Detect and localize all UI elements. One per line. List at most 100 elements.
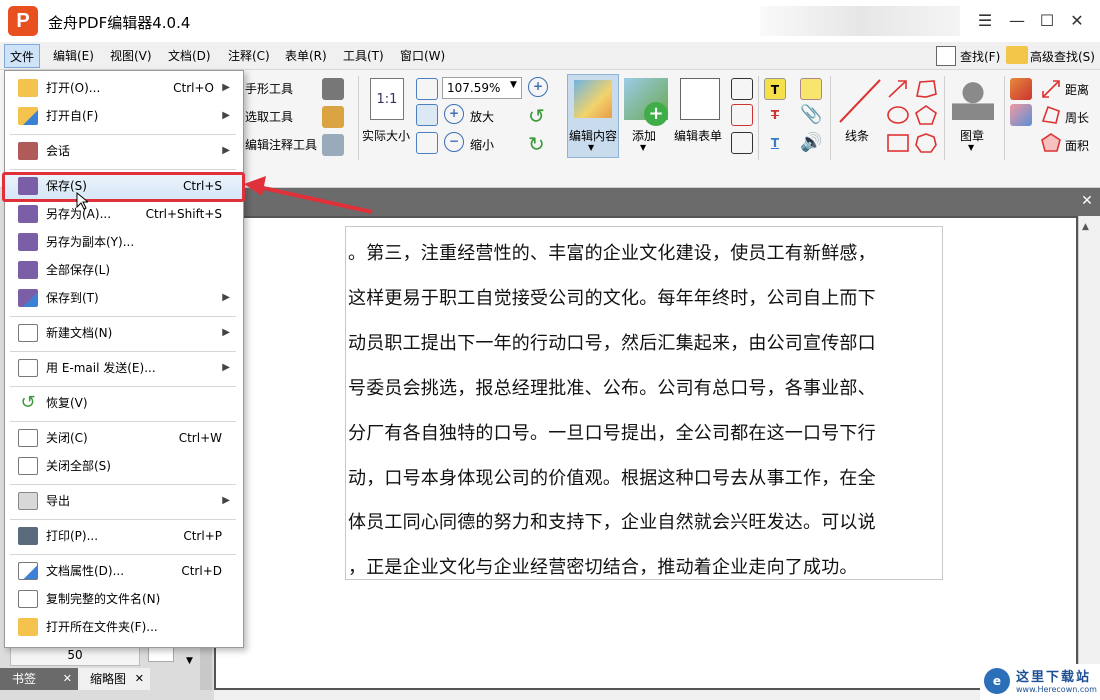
area-label[interactable]: 面积 <box>1065 137 1089 154</box>
arrow-tool-icon[interactable] <box>886 78 910 100</box>
menu-doc-properties[interactable]: 文档属性(D)... Ctrl+D <box>10 557 236 585</box>
window-title: 金舟PDF编辑器4.0.4 <box>48 14 191 32</box>
advanced-find-icon[interactable] <box>1006 46 1028 64</box>
distance-icon[interactable] <box>1040 78 1062 100</box>
save-icon <box>18 177 38 195</box>
menu-form[interactable]: 表单(R) <box>280 44 332 68</box>
edit-content-dropdown-icon[interactable]: ▼ <box>588 143 594 152</box>
rectangle-tool-icon[interactable] <box>886 132 910 154</box>
lines-label[interactable]: 线条 <box>845 127 869 144</box>
menu-print[interactable]: 打印(P)... Ctrl+P <box>10 522 236 550</box>
camera-icon[interactable] <box>322 78 344 100</box>
menu-save-all[interactable]: 全部保存(L) <box>10 256 236 284</box>
find-button[interactable]: 查找(F) <box>960 46 1000 68</box>
actual-size-icon[interactable]: 1:1 <box>370 78 404 120</box>
menu-restore[interactable]: ↺ 恢复(V) <box>10 389 236 417</box>
polyline-tool-icon[interactable] <box>914 78 938 100</box>
text-field-icon[interactable] <box>731 78 753 100</box>
menu-window[interactable]: 窗口(W) <box>395 44 450 68</box>
menu-close-all[interactable]: 关闭全部(S) <box>10 452 236 480</box>
find-icon[interactable] <box>936 46 956 66</box>
menu-send-email[interactable]: 用 E-mail 发送(E)... ▶ <box>10 354 236 382</box>
attachment-icon[interactable]: 📎 <box>800 104 822 126</box>
menu-session[interactable]: 会话 ▶ <box>10 137 236 165</box>
menu-save-as[interactable]: 另存为(A)... Ctrl+Shift+S <box>10 200 236 228</box>
tab-thumbnails[interactable]: 缩略图 ✕ <box>78 668 150 690</box>
line-tool-icon[interactable] <box>836 76 884 126</box>
panel-scroll-down-icon[interactable]: ▼ <box>186 656 193 666</box>
menu-file[interactable]: 文件 <box>4 44 41 68</box>
menu-save[interactable]: 保存(S) Ctrl+S <box>10 172 236 200</box>
minimize-button[interactable]: — <box>1002 8 1032 34</box>
note-icon[interactable] <box>800 78 822 100</box>
hand-tool-label[interactable]: 手形工具 <box>245 80 293 97</box>
select-tool-label[interactable]: 选取工具 <box>245 108 293 125</box>
fit-visible-icon[interactable] <box>416 132 438 154</box>
menu-open[interactable]: 打开(O)... Ctrl+O ▶ <box>10 74 236 102</box>
separator <box>944 76 945 160</box>
zoom-in-icon[interactable]: + <box>444 104 464 124</box>
menu-annotation[interactable]: 注释(C) <box>223 44 275 68</box>
ribbon-options-icon[interactable]: ☰ <box>970 8 1000 34</box>
fit-page-icon[interactable] <box>416 78 438 100</box>
edit-annot-tool-label[interactable]: 编辑注释工具 <box>245 136 317 153</box>
menu-open-folder[interactable]: 打开所在文件夹(F)... <box>10 613 236 641</box>
zoom-out-label[interactable]: 缩小 <box>470 136 494 153</box>
strikeout-icon[interactable]: T <box>764 104 786 126</box>
highlight-text-icon[interactable]: T <box>764 78 786 100</box>
menu-copy-filename[interactable]: 复制完整的文件名(N) <box>10 585 236 613</box>
underline-icon[interactable]: T <box>764 132 786 154</box>
save-to-icon <box>18 289 38 307</box>
menu-close[interactable]: 关闭(C) Ctrl+W <box>10 424 236 452</box>
tab-bookmarks[interactable]: 书签 ✕ <box>0 668 78 690</box>
stamp-label[interactable]: 图章 <box>960 127 984 144</box>
actual-size-label[interactable]: 实际大小 <box>362 127 410 144</box>
area-icon[interactable] <box>1040 132 1062 154</box>
close-button[interactable]: ✕ <box>1062 8 1092 34</box>
menu-save-copy[interactable]: 另存为副本(Y)... <box>10 228 236 256</box>
menu-tools[interactable]: 工具(T) <box>338 44 389 68</box>
open-from-icon <box>18 107 38 125</box>
zoom-in-label[interactable]: 放大 <box>470 108 494 125</box>
stamp-dropdown-icon[interactable]: ▼ <box>968 143 974 152</box>
menu-new-document[interactable]: 新建文档(N) ▶ <box>10 319 236 347</box>
add-label[interactable]: 添加 <box>632 127 656 144</box>
close-tab-icon[interactable]: ✕ <box>135 668 144 690</box>
maximize-button[interactable]: ☐ <box>1032 8 1062 34</box>
menu-separator <box>10 386 236 387</box>
vertical-scrollbar[interactable] <box>1078 216 1098 690</box>
zoom-dropdown-icon[interactable]: ▼ <box>510 80 517 90</box>
fit-width-icon[interactable] <box>416 104 438 126</box>
close-tab-icon[interactable]: ✕ <box>1078 192 1096 210</box>
cloud-tool-icon[interactable] <box>914 132 938 154</box>
add-dropdown-icon[interactable]: ▼ <box>640 143 646 152</box>
properties-icon <box>18 562 38 580</box>
perimeter-icon[interactable] <box>1040 104 1062 126</box>
edit-form-label[interactable]: 编辑表单 <box>674 127 722 144</box>
menu-document[interactable]: 文档(D) <box>163 44 216 68</box>
sound-icon[interactable]: 🔊 <box>800 132 822 154</box>
pencil-icon[interactable] <box>1010 78 1032 100</box>
distance-label[interactable]: 距离 <box>1065 81 1089 98</box>
menu-export[interactable]: 导出 ▶ <box>10 487 236 515</box>
rotate-left-icon[interactable]: ↺ <box>528 104 545 128</box>
zoom-out-icon[interactable]: − <box>444 132 464 152</box>
menu-edit[interactable]: 编辑(E) <box>48 44 99 68</box>
scroll-up-icon[interactable]: ▲ <box>1082 222 1089 232</box>
menu-view[interactable]: 视图(V) <box>105 44 157 68</box>
eraser-icon[interactable] <box>1010 104 1032 126</box>
zoom-in-circle-icon[interactable]: + <box>528 77 548 97</box>
advanced-find-button[interactable]: 高级查找(S) <box>1030 46 1095 68</box>
menu-open-from[interactable]: 打开自(F) ▶ <box>10 102 236 130</box>
clipboard-icon[interactable] <box>322 106 344 128</box>
ellipse-tool-icon[interactable] <box>886 104 910 126</box>
watermark-title: 这里下载站 <box>1016 670 1092 685</box>
close-tab-icon[interactable]: ✕ <box>63 668 72 690</box>
menu-save-to[interactable]: 保存到(T) ▶ <box>10 284 236 312</box>
paste-icon[interactable] <box>322 134 344 156</box>
perimeter-label[interactable]: 周长 <box>1065 109 1089 126</box>
text-callout-icon[interactable] <box>731 132 753 154</box>
rotate-right-icon[interactable]: ↻ <box>528 132 545 156</box>
text-box-icon[interactable] <box>731 104 753 126</box>
polygon-tool-icon[interactable] <box>914 104 938 126</box>
